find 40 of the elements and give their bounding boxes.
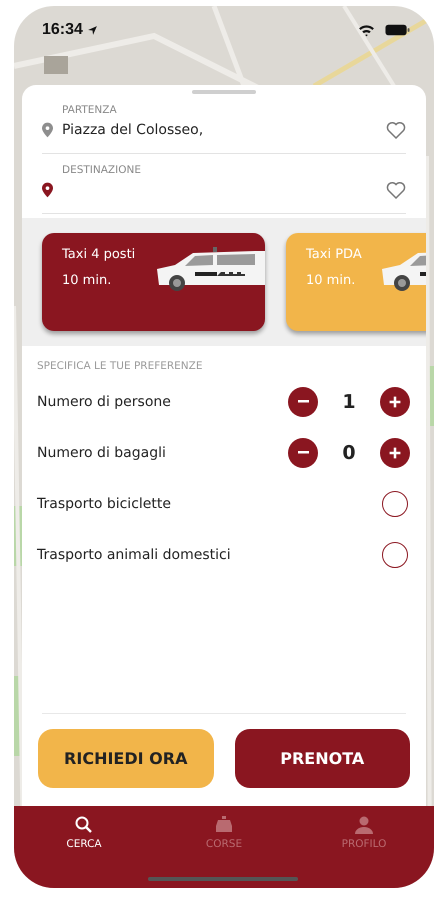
- field-label: PARTENZA: [62, 104, 118, 116]
- preference-label: Numero di bagagli: [37, 444, 167, 460]
- vehicle-name: Taxi 4 posti: [62, 247, 136, 262]
- wifi-icon: [358, 24, 375, 36]
- preference-label: Trasporto animali domestici: [37, 546, 232, 562]
- minus-icon: [298, 451, 308, 454]
- pin-icon: [42, 122, 53, 138]
- vehicle-eta: 10 min.: [306, 273, 356, 288]
- heart-icon[interactable]: [386, 121, 406, 139]
- search-icon: [74, 815, 94, 835]
- vehicle-eta: 10 min.: [62, 273, 112, 288]
- vehicle-card[interactable]: Taxi 4 posti 10 min.: [42, 233, 265, 331]
- minus-button[interactable]: [288, 386, 318, 416]
- counter-value: 0: [341, 442, 357, 464]
- minus-button[interactable]: [288, 438, 318, 468]
- tab[interactable]: CERCA: [14, 814, 154, 851]
- counter-value: 1: [341, 390, 357, 412]
- plus-button[interactable]: [380, 386, 410, 416]
- address-field[interactable]: PARTENZA Piazza del Colosseo,: [42, 94, 406, 154]
- pin-icon: [42, 182, 53, 198]
- minus-icon: [298, 400, 308, 403]
- person-icon: [354, 815, 374, 835]
- section-heading: SPECIFICA LE TUE PREFERENZE: [37, 360, 204, 372]
- plus-button[interactable]: [380, 438, 410, 468]
- field-label: DESTINAZIONE: [62, 164, 142, 176]
- heart-icon[interactable]: [386, 181, 406, 199]
- address-value: Piazza del Colosseo,: [62, 122, 204, 138]
- vehicle-name: Taxi PDA: [306, 247, 362, 262]
- request-now-button[interactable]: RICHIEDI ORA: [38, 729, 214, 788]
- preference-label: Numero di persone: [37, 394, 172, 410]
- radio-button[interactable]: [382, 542, 408, 568]
- battery-icon: [385, 24, 410, 36]
- preference-label: Trasporto biciclette: [37, 496, 172, 512]
- drag-handle[interactable]: [192, 90, 256, 94]
- location-arrow-icon: [86, 24, 98, 36]
- status-time: 16:34: [42, 21, 83, 39]
- radio-button[interactable]: [382, 490, 408, 516]
- address-field[interactable]: DESTINAZIONE: [42, 154, 406, 214]
- car-icon: [214, 815, 234, 835]
- book-button[interactable]: PRENOTA: [234, 729, 410, 788]
